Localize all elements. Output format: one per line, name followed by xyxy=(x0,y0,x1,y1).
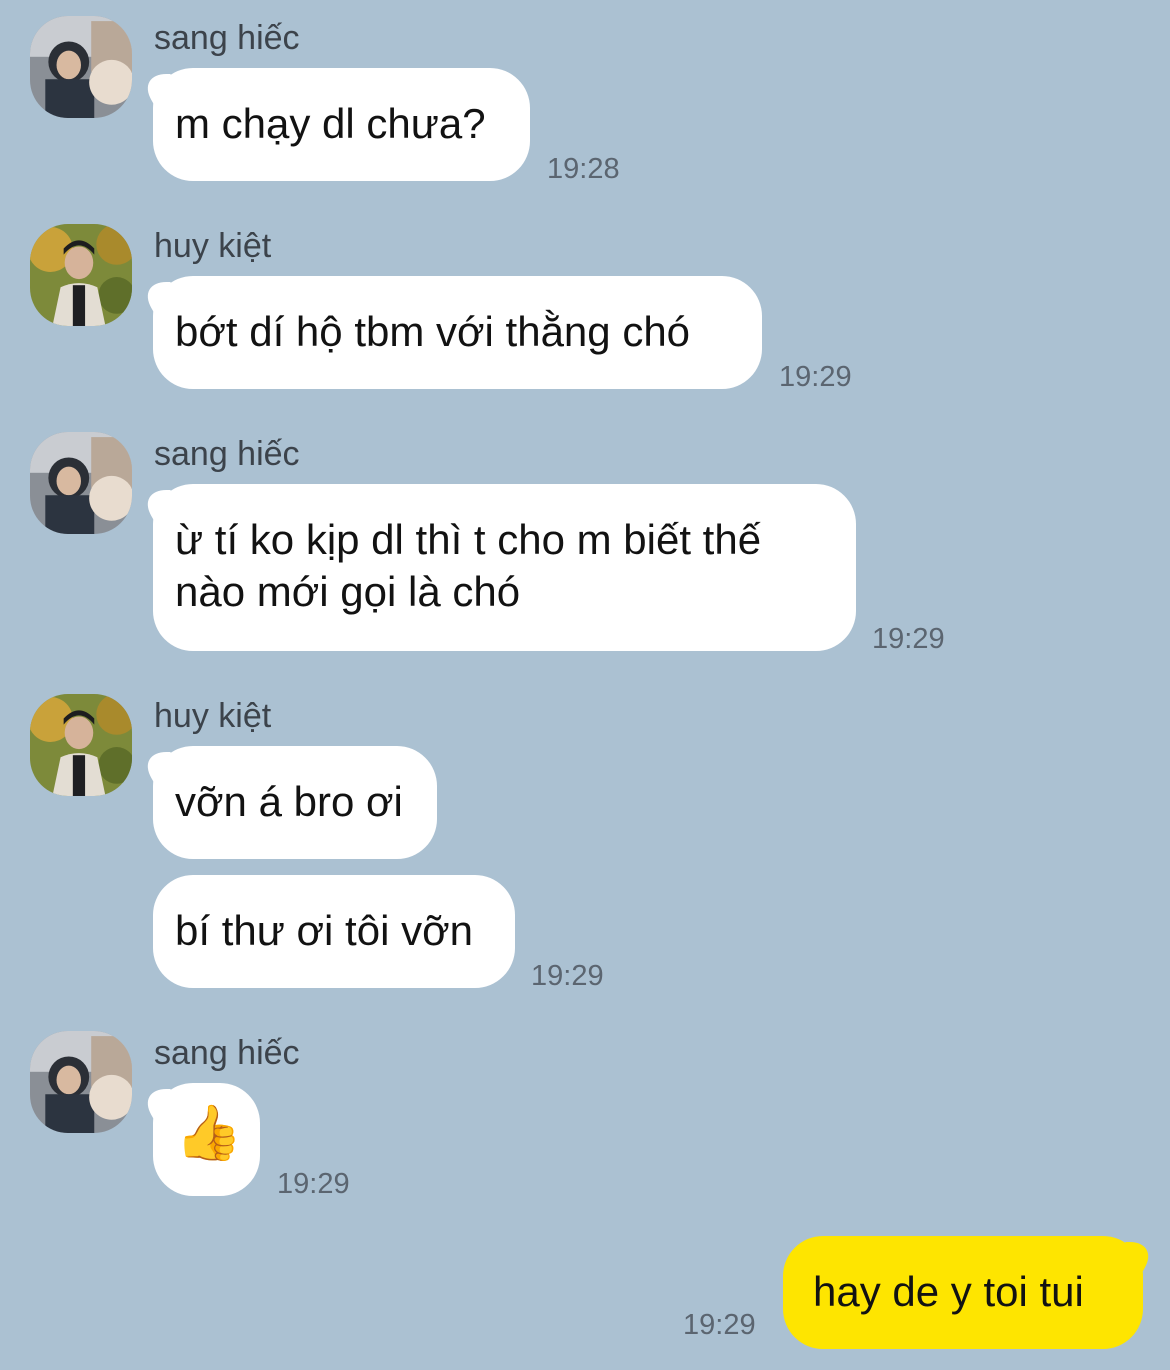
message-text: bí thư ơi tôi vỡn xyxy=(175,907,473,954)
message-text-line: nào mới gọi là chó xyxy=(175,568,521,615)
avatar-huy-kiet[interactable] xyxy=(30,694,132,796)
avatar-sang-hiec[interactable] xyxy=(30,432,132,534)
avatar-photo-sang-hiec xyxy=(30,16,132,118)
message-bubble[interactable]: vỡn á bro ơi xyxy=(153,746,437,859)
message-time: 19:29 xyxy=(683,1309,756,1341)
message-bubble[interactable]: bớt dí hộ tbm với thằng chó xyxy=(153,276,762,389)
avatar-photo-sang-hiec xyxy=(30,1031,132,1133)
message-text: bớt dí hộ tbm với thằng chó xyxy=(175,308,691,355)
avatar-photo-sang-hiec xyxy=(30,432,132,534)
message-bubble[interactable]: ừ tí ko kịp dl thì t cho m biết thế nào … xyxy=(153,484,856,651)
message-text: vỡn á bro ơi xyxy=(175,778,403,825)
avatar-sang-hiec[interactable] xyxy=(30,1031,132,1133)
sender-name: huy kiệt xyxy=(154,227,272,265)
avatar-huy-kiet[interactable] xyxy=(30,224,132,326)
message-time: 19:29 xyxy=(531,960,604,992)
avatar-photo-huy-kiet xyxy=(30,694,132,796)
message-bubble[interactable]: 👍 xyxy=(153,1083,260,1196)
message-time: 19:29 xyxy=(872,623,945,655)
message-text-line: ừ tí ko kịp dl thì t cho m biết thế xyxy=(175,516,762,563)
message-text: m chạy dl chưa? xyxy=(175,100,486,147)
avatar-photo-huy-kiet xyxy=(30,224,132,326)
message-bubble[interactable]: m chạy dl chưa? xyxy=(153,68,530,181)
sender-name: huy kiệt xyxy=(154,697,272,735)
message-time: 19:29 xyxy=(277,1168,350,1200)
sender-name: sang hiếc xyxy=(154,435,300,473)
thumbs-up-icon: 👍 xyxy=(175,1103,243,1163)
sender-name: sang hiếc xyxy=(154,19,300,57)
message-time: 19:29 xyxy=(779,361,852,393)
avatar-sang-hiec[interactable] xyxy=(30,16,132,118)
sender-name: sang hiếc xyxy=(154,1034,300,1072)
message-text: hay de y toi tui xyxy=(813,1268,1084,1315)
message-bubble[interactable]: bí thư ơi tôi vỡn xyxy=(153,875,515,988)
message-time: 19:28 xyxy=(547,153,620,185)
my-message-bubble[interactable]: hay de y toi tui xyxy=(783,1236,1143,1349)
